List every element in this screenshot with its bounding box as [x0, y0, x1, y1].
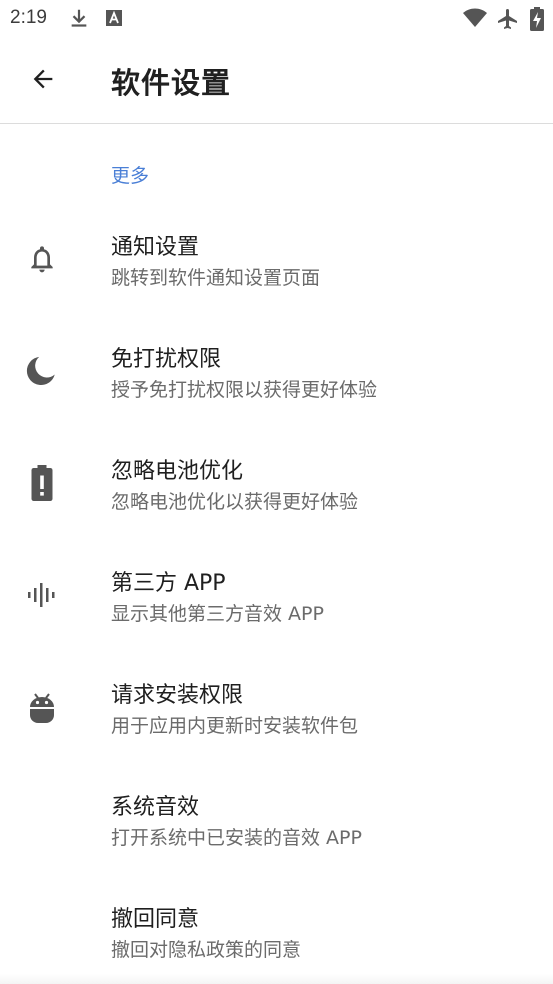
item-title: 忽略电池优化	[111, 459, 244, 484]
settings-item-system-audio-effect[interactable]: 系统音效 打开系统中已安装的音效 APP	[0, 766, 553, 878]
item-title: 请求安装权限	[111, 683, 244, 708]
item-summary: 打开系统中已安装的音效 APP	[111, 827, 362, 849]
a-box-icon	[104, 7, 124, 33]
item-summary: 显示其他第三方音效 APP	[111, 603, 324, 625]
arrow-back-icon	[29, 65, 57, 97]
item-title: 第三方 APP	[111, 571, 226, 596]
status-bar: 2:19	[0, 0, 553, 38]
moon-icon	[22, 351, 62, 391]
item-summary: 忽略电池优化以获得更好体验	[111, 491, 359, 513]
item-summary: 撤回对隐私政策的同意	[111, 939, 302, 961]
item-title: 免打扰权限	[111, 347, 222, 372]
bottom-edge	[0, 974, 553, 984]
settings-item-withdraw-consent[interactable]: 撤回同意 撤回对隐私政策的同意	[0, 878, 553, 984]
item-summary: 用于应用内更新时安装软件包	[111, 715, 359, 737]
item-title: 系统音效	[111, 795, 200, 820]
status-time: 2:19	[10, 7, 47, 28]
item-summary: 跳转到软件通知设置页面	[111, 267, 321, 289]
page-title: 软件设置	[111, 66, 232, 100]
app-bar: 软件设置	[0, 38, 553, 124]
settings-item-dnd[interactable]: 免打扰权限 授予免打扰权限以获得更好体验	[0, 318, 553, 430]
item-title: 撤回同意	[111, 907, 200, 932]
settings-item-notification[interactable]: 通知设置 跳转到软件通知设置页面	[0, 206, 553, 318]
item-summary: 授予免打扰权限以获得更好体验	[111, 379, 378, 401]
settings-item-third-party[interactable]: 第三方 APP 显示其他第三方音效 APP	[0, 542, 553, 654]
download-icon	[68, 7, 90, 33]
battery-charging-icon	[530, 7, 544, 35]
back-button[interactable]	[18, 58, 68, 104]
section-header: 更多	[111, 165, 150, 187]
settings-item-install-permission[interactable]: 请求安装权限 用于应用内更新时安装软件包	[0, 654, 553, 766]
airplane-icon	[496, 7, 520, 35]
android-icon	[22, 687, 62, 727]
bell-icon	[22, 239, 62, 279]
waveform-icon	[22, 575, 62, 615]
settings-item-battery[interactable]: 忽略电池优化 忽略电池优化以获得更好体验	[0, 430, 553, 542]
battery-alert-icon	[22, 463, 62, 503]
item-title: 通知设置	[111, 235, 200, 260]
wifi-icon	[462, 7, 488, 33]
